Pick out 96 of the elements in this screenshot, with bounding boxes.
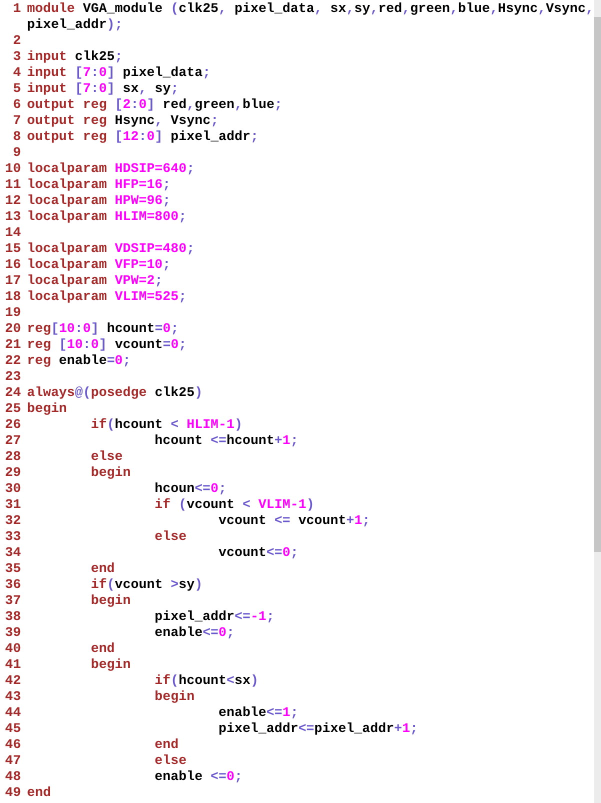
scrollbar-track[interactable] <box>594 0 601 803</box>
line-number: 23 <box>4 369 21 385</box>
line-number: 34 <box>4 545 21 561</box>
line-number: 24 <box>4 385 21 401</box>
line-number: 48 <box>4 769 21 785</box>
line-number: 8 <box>12 129 21 145</box>
code-line: reg[10:0] hcount=0; <box>27 321 179 337</box>
code-line: begin <box>90 593 131 609</box>
line-number: 9 <box>12 145 21 161</box>
line-number: 2 <box>12 33 21 49</box>
code-line: output reg [12:0] pixel_addr; <box>27 129 258 145</box>
line-number: 20 <box>4 321 21 337</box>
code-line: if(vcount >sy) <box>90 577 203 593</box>
line-number: 11 <box>4 177 21 193</box>
code-line: end <box>154 737 179 753</box>
line-number: 43 <box>4 689 21 705</box>
code-line: localparam VPW=2; <box>27 273 163 289</box>
line-number: 13 <box>4 209 21 225</box>
line-number: 38 <box>4 609 21 625</box>
line-number: 28 <box>4 449 21 465</box>
line-number: 4 <box>12 65 21 81</box>
line-number: 29 <box>4 465 21 481</box>
code-line: localparam HLIM=800; <box>27 209 187 225</box>
code-line: else <box>90 449 123 465</box>
line-number: 25 <box>4 401 21 417</box>
line-number: 26 <box>4 417 21 433</box>
code-line: if(hcount<sx) <box>154 673 258 689</box>
code-line: pixel_addr); <box>27 17 124 33</box>
code-line: output reg [2:0] red,green,blue; <box>27 97 282 113</box>
line-number: 19 <box>4 305 21 321</box>
line-number: 37 <box>4 593 21 609</box>
code-line: input clk25; <box>27 49 123 65</box>
code-line: else <box>154 753 187 769</box>
line-number: 6 <box>12 97 21 113</box>
line-number: 5 <box>12 81 21 97</box>
code-line: pixel_addr<=-1; <box>154 609 274 625</box>
code-line: reg [10:0] vcount=0; <box>27 337 187 353</box>
scrollbar-thumb[interactable] <box>594 17 601 552</box>
code-line: localparam VDSIP=480; <box>27 241 195 257</box>
code-line: end <box>90 641 115 657</box>
code-line: if(hcount < HLIM-1) <box>90 417 242 433</box>
line-number: 15 <box>4 241 21 257</box>
code-line: input [7:0] pixel_data; <box>27 65 211 81</box>
line-number: 32 <box>4 513 21 529</box>
line-number: 12 <box>4 193 21 209</box>
code-line: localparam VLIM=525; <box>27 289 187 305</box>
code-line: localparam VFP=10; <box>27 257 171 273</box>
line-number: 7 <box>12 113 21 129</box>
code-line: input [7:0] sx, sy; <box>27 81 179 97</box>
line-number: 21 <box>4 337 21 353</box>
code-line: begin <box>90 465 131 481</box>
line-number: 47 <box>4 753 21 769</box>
line-number: 42 <box>4 673 21 689</box>
code-line: hcoun<=0; <box>154 481 227 497</box>
line-number: 40 <box>4 641 21 657</box>
line-number: 35 <box>4 561 21 577</box>
line-number: 39 <box>4 625 21 641</box>
code-line: localparam HDSIP=640; <box>27 161 195 177</box>
line-number: 10 <box>4 161 21 177</box>
code-line: end <box>27 785 51 801</box>
line-number: 30 <box>4 481 21 497</box>
code-line: reg enable=0; <box>27 353 131 369</box>
code-line: enable<=0; <box>154 625 234 641</box>
line-number: 45 <box>4 721 21 737</box>
line-number: 3 <box>12 49 21 65</box>
code-line: module VGA_module (clk25, pixel_data, sx,sy,red,green,blue,Hsync,Vsync, <box>27 1 594 17</box>
code-line: enable <=0; <box>154 769 242 785</box>
code-line: else <box>154 529 187 545</box>
line-number: 27 <box>4 433 21 449</box>
code-line: pixel_addr<=pixel_addr+1; <box>218 721 418 737</box>
line-number: 49 <box>4 785 21 801</box>
code-line: begin <box>154 689 195 705</box>
code-line: hcount <=hcount+1; <box>154 433 298 449</box>
code-line: if (vcount < VLIM-1) <box>154 497 314 513</box>
line-number: 16 <box>4 257 21 273</box>
code-line: always@(posedge clk25) <box>27 385 203 401</box>
code-line: output reg Hsync, Vsync; <box>27 113 219 129</box>
line-number: 1 <box>12 1 21 17</box>
line-number: 18 <box>4 289 21 305</box>
line-number: 44 <box>4 705 21 721</box>
line-number: 36 <box>4 577 21 593</box>
code-line: localparam HPW=96; <box>27 193 171 209</box>
code-line: vcount<=0; <box>218 545 298 561</box>
code-line: vcount <= vcount+1; <box>218 513 370 529</box>
line-number: 31 <box>4 497 21 513</box>
line-number: 17 <box>4 273 21 289</box>
code-line: begin <box>27 401 67 417</box>
line-number: 41 <box>4 657 21 673</box>
code-line: end <box>90 561 115 577</box>
line-number: 22 <box>4 353 21 369</box>
code-line: localparam HFP=16; <box>27 177 171 193</box>
code-line: begin <box>90 657 131 673</box>
code-line: enable<=1; <box>218 705 298 721</box>
line-number: 46 <box>4 737 21 753</box>
line-number: 14 <box>4 225 21 241</box>
line-number: 33 <box>4 529 21 545</box>
